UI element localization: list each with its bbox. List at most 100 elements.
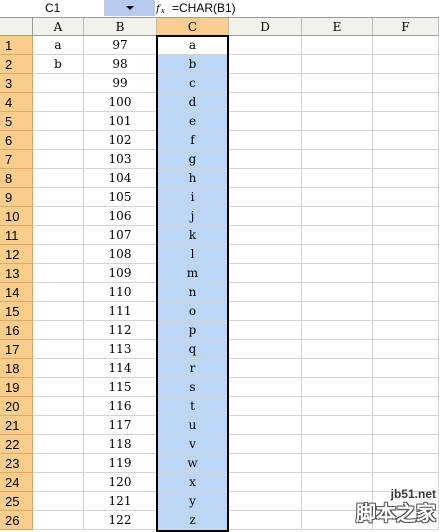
- row-header[interactable]: 19: [0, 378, 33, 397]
- cell-d13[interactable]: [229, 264, 302, 283]
- cell-f26[interactable]: [373, 511, 439, 530]
- cell-a8[interactable]: [33, 169, 84, 188]
- cell-f5[interactable]: [373, 112, 439, 131]
- cell-d2[interactable]: [229, 55, 302, 74]
- cell-a12[interactable]: [33, 245, 84, 264]
- cell-c1[interactable]: a: [157, 36, 229, 55]
- cell-c14[interactable]: n: [157, 283, 229, 302]
- cell-d14[interactable]: [229, 283, 302, 302]
- cell-d11[interactable]: [229, 226, 302, 245]
- row-header[interactable]: 14: [0, 283, 33, 302]
- cell-c17[interactable]: q: [157, 340, 229, 359]
- cell-b8[interactable]: 104: [84, 169, 157, 188]
- cell-f20[interactable]: [373, 397, 439, 416]
- cell-d26[interactable]: [229, 511, 302, 530]
- cell-c26[interactable]: z: [157, 511, 229, 530]
- column-header-b[interactable]: B: [84, 18, 157, 36]
- cell-a5[interactable]: [33, 112, 84, 131]
- cell-f19[interactable]: [373, 378, 439, 397]
- cell-e14[interactable]: [302, 283, 373, 302]
- cell-c11[interactable]: k: [157, 226, 229, 245]
- cell-a20[interactable]: [33, 397, 84, 416]
- cell-c23[interactable]: w: [157, 454, 229, 473]
- cell-c21[interactable]: u: [157, 416, 229, 435]
- row-header[interactable]: 1: [0, 36, 33, 55]
- cell-c3[interactable]: c: [157, 74, 229, 93]
- cell-a15[interactable]: [33, 302, 84, 321]
- cell-d25[interactable]: [229, 492, 302, 511]
- cell-e12[interactable]: [302, 245, 373, 264]
- cell-a16[interactable]: [33, 321, 84, 340]
- cell-e4[interactable]: [302, 93, 373, 112]
- cell-c8[interactable]: h: [157, 169, 229, 188]
- row-header[interactable]: 10: [0, 207, 33, 226]
- cell-d20[interactable]: [229, 397, 302, 416]
- cell-e10[interactable]: [302, 207, 373, 226]
- column-header-d[interactable]: D: [229, 18, 302, 36]
- row-header[interactable]: 13: [0, 264, 33, 283]
- cell-e2[interactable]: [302, 55, 373, 74]
- cell-f7[interactable]: [373, 150, 439, 169]
- cell-b26[interactable]: 122: [84, 511, 157, 530]
- cell-b25[interactable]: 121: [84, 492, 157, 511]
- cell-e22[interactable]: [302, 435, 373, 454]
- cell-a3[interactable]: [33, 74, 84, 93]
- cell-d9[interactable]: [229, 188, 302, 207]
- cell-d23[interactable]: [229, 454, 302, 473]
- cell-a24[interactable]: [33, 473, 84, 492]
- cell-f11[interactable]: [373, 226, 439, 245]
- cell-a10[interactable]: [33, 207, 84, 226]
- cell-c4[interactable]: d: [157, 93, 229, 112]
- cell-e6[interactable]: [302, 131, 373, 150]
- cell-d16[interactable]: [229, 321, 302, 340]
- cell-f23[interactable]: [373, 454, 439, 473]
- cell-e9[interactable]: [302, 188, 373, 207]
- cell-c9[interactable]: i: [157, 188, 229, 207]
- cell-f15[interactable]: [373, 302, 439, 321]
- cell-f6[interactable]: [373, 131, 439, 150]
- cell-c10[interactable]: j: [157, 207, 229, 226]
- column-header-a[interactable]: A: [33, 18, 84, 36]
- row-header[interactable]: 25: [0, 492, 33, 511]
- row-header[interactable]: 20: [0, 397, 33, 416]
- cell-a22[interactable]: [33, 435, 84, 454]
- cell-d4[interactable]: [229, 93, 302, 112]
- cell-b10[interactable]: 106: [84, 207, 157, 226]
- name-box-dropdown-button[interactable]: [105, 0, 155, 16]
- row-header[interactable]: 23: [0, 454, 33, 473]
- cell-e24[interactable]: [302, 473, 373, 492]
- cell-c16[interactable]: p: [157, 321, 229, 340]
- cell-d21[interactable]: [229, 416, 302, 435]
- cell-c18[interactable]: r: [157, 359, 229, 378]
- cell-b18[interactable]: 114: [84, 359, 157, 378]
- row-header[interactable]: 24: [0, 473, 33, 492]
- cell-b22[interactable]: 118: [84, 435, 157, 454]
- cell-c13[interactable]: m: [157, 264, 229, 283]
- cell-e26[interactable]: [302, 511, 373, 530]
- cell-e11[interactable]: [302, 226, 373, 245]
- cell-b21[interactable]: 117: [84, 416, 157, 435]
- cell-f1[interactable]: [373, 36, 439, 55]
- cell-a26[interactable]: [33, 511, 84, 530]
- row-header[interactable]: 11: [0, 226, 33, 245]
- cell-d6[interactable]: [229, 131, 302, 150]
- cell-f25[interactable]: [373, 492, 439, 511]
- cell-e1[interactable]: [302, 36, 373, 55]
- cell-c6[interactable]: f: [157, 131, 229, 150]
- row-header[interactable]: 15: [0, 302, 33, 321]
- cell-f3[interactable]: [373, 74, 439, 93]
- row-header[interactable]: 2: [0, 55, 33, 74]
- cell-c12[interactable]: l: [157, 245, 229, 264]
- row-header[interactable]: 17: [0, 340, 33, 359]
- cell-b24[interactable]: 120: [84, 473, 157, 492]
- formula-input[interactable]: =CHAR(B1): [170, 0, 439, 16]
- cell-f8[interactable]: [373, 169, 439, 188]
- row-header[interactable]: 3: [0, 74, 33, 93]
- cell-a2[interactable]: b: [33, 55, 84, 74]
- cell-a17[interactable]: [33, 340, 84, 359]
- column-header-c[interactable]: C: [157, 18, 229, 36]
- cell-e21[interactable]: [302, 416, 373, 435]
- cell-a1[interactable]: a: [33, 36, 84, 55]
- cell-f4[interactable]: [373, 93, 439, 112]
- cell-a9[interactable]: [33, 188, 84, 207]
